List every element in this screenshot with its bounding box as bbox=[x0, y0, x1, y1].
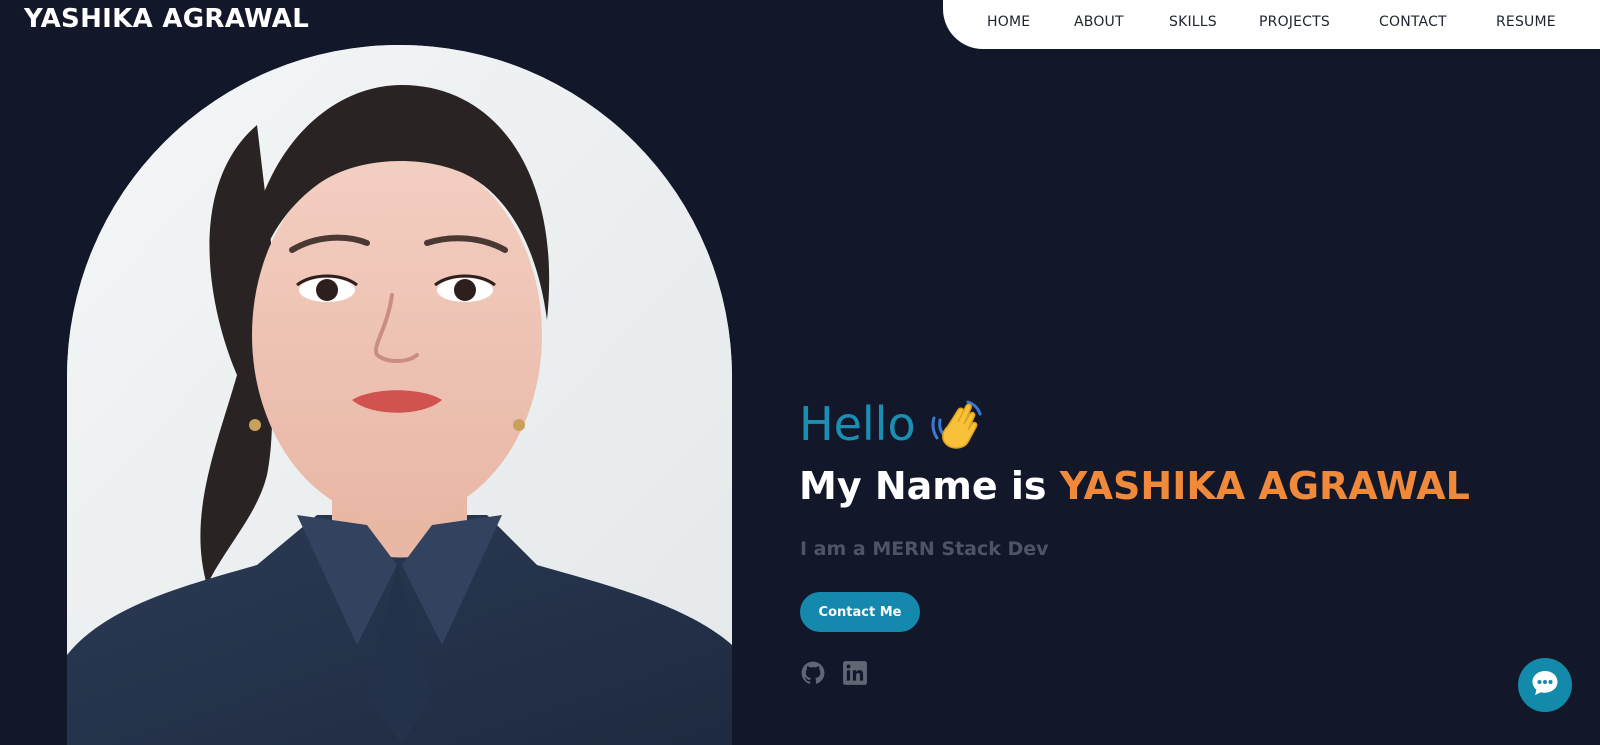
intro-heading: My Name is YASHIKA AGRAWAL bbox=[799, 464, 1470, 508]
main-nav: HOME ABOUT SKILLS PROJECTS CONTACT RESUM… bbox=[943, 0, 1600, 49]
tagline: I am a MERN Stack Dev bbox=[800, 538, 1049, 560]
chat-button[interactable] bbox=[1518, 658, 1572, 712]
greeting-heading: Hello bbox=[799, 396, 984, 452]
linkedin-icon[interactable] bbox=[842, 660, 868, 686]
site-logo[interactable]: YASHIKA AGRAWAL bbox=[24, 4, 309, 34]
nav-item-contact[interactable]: CONTACT bbox=[1379, 14, 1447, 30]
nav-item-resume[interactable]: RESUME bbox=[1496, 14, 1556, 30]
nav-item-skills[interactable]: SKILLS bbox=[1169, 14, 1217, 30]
nav-item-home[interactable]: HOME bbox=[987, 14, 1030, 30]
profile-photo bbox=[67, 45, 732, 745]
intro-prefix: My Name is bbox=[799, 464, 1047, 508]
intro-name: YASHIKA AGRAWAL bbox=[1059, 464, 1470, 508]
nav-item-about[interactable]: ABOUT bbox=[1074, 14, 1124, 30]
waving-hand-icon bbox=[928, 396, 984, 452]
greeting-text: Hello bbox=[799, 397, 916, 451]
nav-item-projects[interactable]: PROJECTS bbox=[1259, 14, 1330, 30]
github-icon[interactable] bbox=[800, 660, 826, 686]
chat-bubble-icon bbox=[1530, 668, 1560, 702]
contact-me-button[interactable]: Contact Me bbox=[800, 592, 920, 632]
